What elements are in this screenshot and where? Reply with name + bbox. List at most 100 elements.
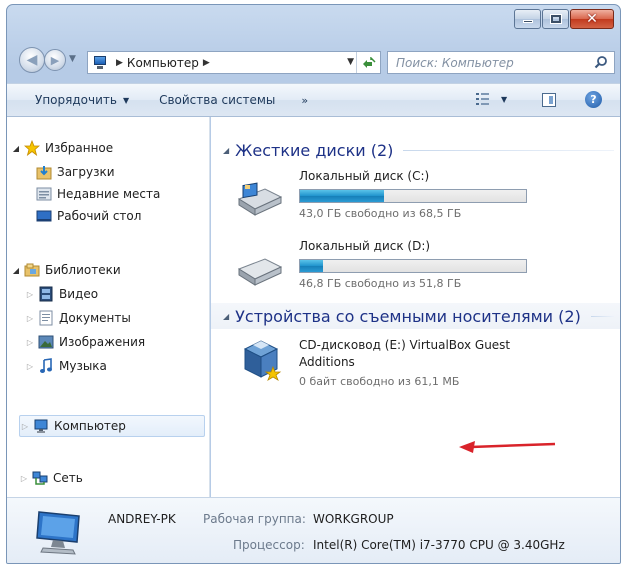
nav-downloads-label: Загрузки <box>57 165 115 179</box>
nav-libraries-label: Библиотеки <box>45 263 121 277</box>
recent-places-icon <box>36 186 52 202</box>
drive-d-name: Локальный диск (D:) <box>299 239 431 253</box>
collapse-triangle-icon[interactable]: ◢ <box>223 312 229 321</box>
navigation-pane: ◢ Избранное Загрузки Недавние места Рабо… <box>7 117 210 497</box>
recent-pages-button[interactable]: ▼ <box>69 54 76 64</box>
drive-c-free-space: 43,0 ГБ свободно из 68,5 ГБ <box>299 207 462 220</box>
address-dropdown-icon[interactable]: ▼ <box>347 57 354 67</box>
back-button[interactable]: ◀ <box>19 47 45 73</box>
nav-downloads[interactable]: Загрузки <box>33 161 115 183</box>
explorer-window: ✕ ◀ ▶ ▼ ▶ Компьютер ▶ ▼ Упорядочить <box>6 4 621 564</box>
drive-d-usage-fill <box>300 260 323 272</box>
group-removable[interactable]: ◢ Устройства со съемными носителями (2) <box>211 303 620 329</box>
nav-recent-label: Недавние места <box>57 187 161 201</box>
chevron-down-icon: ▼ <box>122 95 130 105</box>
network-icon <box>32 470 48 486</box>
collapse-triangle-icon[interactable]: ◢ <box>223 146 229 155</box>
downloads-folder-icon <box>36 164 52 180</box>
search-icon[interactable] <box>594 55 608 69</box>
minimize-icon <box>522 20 533 23</box>
caption-buttons: ✕ <box>514 9 614 29</box>
organize-label: Упорядочить <box>35 93 117 107</box>
nav-music-label: Музыка <box>59 359 107 373</box>
nav-network[interactable]: ▷ Сеть <box>19 467 83 489</box>
star-icon <box>23 139 41 157</box>
computer-icon <box>36 511 80 555</box>
help-button[interactable]: ? <box>585 91 602 108</box>
refresh-icon <box>362 56 376 68</box>
group-hard-drives-title: Жесткие диски (2) <box>235 140 394 160</box>
nav-documents-label: Документы <box>59 311 131 325</box>
cpu-label: Процессор: <box>233 538 305 552</box>
nav-music[interactable]: ▷ Музыка <box>25 355 107 377</box>
more-commands-button[interactable]: » <box>301 94 308 107</box>
search-box[interactable] <box>387 51 615 74</box>
nav-computer[interactable]: ▷ Компьютер <box>19 415 205 437</box>
collapsed-triangle-icon[interactable]: ▷ <box>20 422 30 431</box>
change-view-button[interactable]: ▼ <box>475 92 507 106</box>
drive-c-usage-bar <box>299 189 527 203</box>
group-hard-drives[interactable]: ◢ Жесткие диски (2) <box>211 137 620 163</box>
command-bar: Упорядочить ▼ Свойства системы » ▼ ? <box>7 83 620 117</box>
nav-favorites[interactable]: ◢ Избранное <box>11 137 113 159</box>
cpu-value: Intel(R) Core(TM) i7-3770 CPU @ 3.40GHz <box>313 538 565 552</box>
expanded-triangle-icon[interactable]: ◢ <box>11 266 21 275</box>
breadcrumb-chevron-icon[interactable]: ▶ <box>203 58 210 68</box>
drive-d-free-space: 46,8 ГБ свободно из 51,8 ГБ <box>299 277 462 290</box>
forward-button[interactable]: ▶ <box>44 49 66 71</box>
drive-c[interactable]: Локальный диск (C:) 43,0 ГБ свободно из … <box>235 169 555 231</box>
content-pane: ◢ Жесткие диски (2) Локальный диск (C:) … <box>211 117 620 497</box>
pictures-icon <box>38 334 54 350</box>
hard-drive-icon <box>237 182 283 216</box>
nav-video-label: Видео <box>59 287 99 301</box>
collapsed-triangle-icon[interactable]: ▷ <box>25 290 35 299</box>
maximize-icon <box>549 14 562 24</box>
nav-desktop[interactable]: Рабочий стол <box>33 205 141 227</box>
documents-icon <box>38 310 54 326</box>
close-button[interactable]: ✕ <box>570 9 614 29</box>
collapsed-triangle-icon[interactable]: ▷ <box>25 362 35 371</box>
nav-computer-label: Компьютер <box>54 419 126 433</box>
arrow-right-icon: ▶ <box>50 53 60 67</box>
cd-drive-free-space: 0 байт свободно из 61,1 МБ <box>299 375 460 388</box>
nav-network-label: Сеть <box>53 471 83 485</box>
workgroup-label: Рабочая группа: <box>203 512 306 526</box>
expanded-triangle-icon[interactable]: ◢ <box>11 144 21 153</box>
group-removable-title: Устройства со съемными носителями (2) <box>235 306 581 326</box>
cd-drive-e[interactable]: CD-дисковод (E:) VirtualBox Guest Additi… <box>235 337 595 397</box>
music-icon <box>38 358 54 374</box>
collapsed-triangle-icon[interactable]: ▷ <box>25 338 35 347</box>
breadcrumb-chevron-icon[interactable]: ▶ <box>116 58 123 68</box>
details-pane: ANDREY-PK Рабочая группа: WORKGROUP Проц… <box>7 497 620 563</box>
virtualbox-icon <box>243 340 282 381</box>
libraries-icon <box>24 262 40 278</box>
address-row: ◀ ▶ ▼ ▶ Компьютер ▶ ▼ <box>7 43 620 77</box>
arrow-left-icon: ◀ <box>26 52 38 68</box>
breadcrumb-computer[interactable]: Компьютер <box>127 56 199 70</box>
nav-favorites-label: Избранное <box>45 141 114 155</box>
close-icon: ✕ <box>586 11 598 27</box>
search-input[interactable] <box>396 55 586 70</box>
maximize-button[interactable] <box>542 9 569 29</box>
chevron-down-icon: ▼ <box>501 94 508 104</box>
preview-pane-button[interactable] <box>542 93 556 107</box>
video-icon <box>38 286 54 302</box>
workgroup-value: WORKGROUP <box>313 512 394 526</box>
cd-drive-name: CD-дисковод (E:) VirtualBox Guest Additi… <box>299 338 511 369</box>
nav-pictures[interactable]: ▷ Изображения <box>25 331 145 353</box>
collapsed-triangle-icon[interactable]: ▷ <box>19 474 29 483</box>
computer-icon <box>92 55 108 70</box>
nav-libraries[interactable]: ◢ Библиотеки <box>11 259 121 281</box>
hard-drive-icon <box>237 258 283 286</box>
address-bar[interactable]: ▶ Компьютер ▶ ▼ <box>87 51 381 74</box>
nav-video[interactable]: ▷ Видео <box>25 283 98 305</box>
drive-d[interactable]: Локальный диск (D:) 46,8 ГБ свободно из … <box>235 239 555 301</box>
minimize-button[interactable] <box>514 9 541 29</box>
refresh-button[interactable] <box>356 52 380 73</box>
organize-button[interactable]: Упорядочить ▼ <box>35 93 129 107</box>
nav-recent-places[interactable]: Недавние места <box>33 183 160 205</box>
nav-documents[interactable]: ▷ Документы <box>25 307 131 329</box>
view-icon <box>476 93 489 105</box>
collapsed-triangle-icon[interactable]: ▷ <box>25 314 35 323</box>
system-properties-button[interactable]: Свойства системы <box>159 93 275 107</box>
